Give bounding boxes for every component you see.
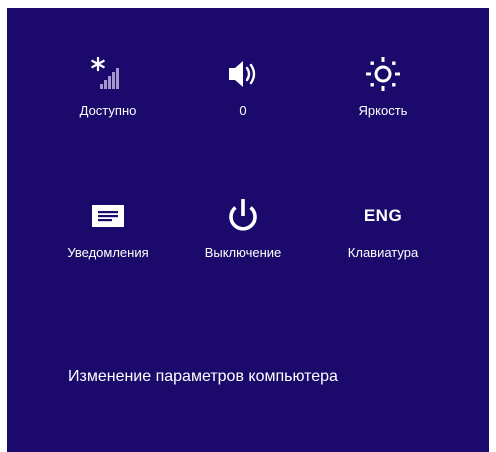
power-icon bbox=[183, 194, 303, 238]
keyboard-tile[interactable]: ENG Клавиатура bbox=[323, 194, 443, 294]
speaker-icon bbox=[183, 52, 303, 96]
volume-tile[interactable]: 0 bbox=[183, 52, 303, 152]
settings-charm-panel: Доступно 0 Яркость Уведомления Выключени… bbox=[7, 8, 489, 452]
keyboard-language-text: ENG bbox=[363, 206, 403, 225]
notifications-tile[interactable]: Уведомления bbox=[48, 194, 168, 294]
network-tile[interactable]: Доступно bbox=[48, 52, 168, 152]
keyboard-label: Клавиатура bbox=[347, 245, 419, 260]
notifications-message-icon bbox=[48, 194, 168, 238]
change-pc-settings-link[interactable]: Изменение параметров компьютера bbox=[68, 366, 338, 388]
volume-label: 0 bbox=[239, 103, 247, 118]
network-label: Доступно bbox=[79, 103, 137, 118]
keyboard-language-indicator: ENG bbox=[323, 194, 443, 238]
power-tile[interactable]: Выключение bbox=[183, 194, 303, 294]
brightness-label: Яркость bbox=[358, 103, 408, 118]
wireless-signal-icon bbox=[48, 52, 168, 96]
notifications-label: Уведомления bbox=[67, 245, 149, 260]
power-label: Выключение bbox=[204, 245, 282, 260]
brightness-tile[interactable]: Яркость bbox=[323, 52, 443, 152]
brightness-sun-icon bbox=[323, 52, 443, 96]
